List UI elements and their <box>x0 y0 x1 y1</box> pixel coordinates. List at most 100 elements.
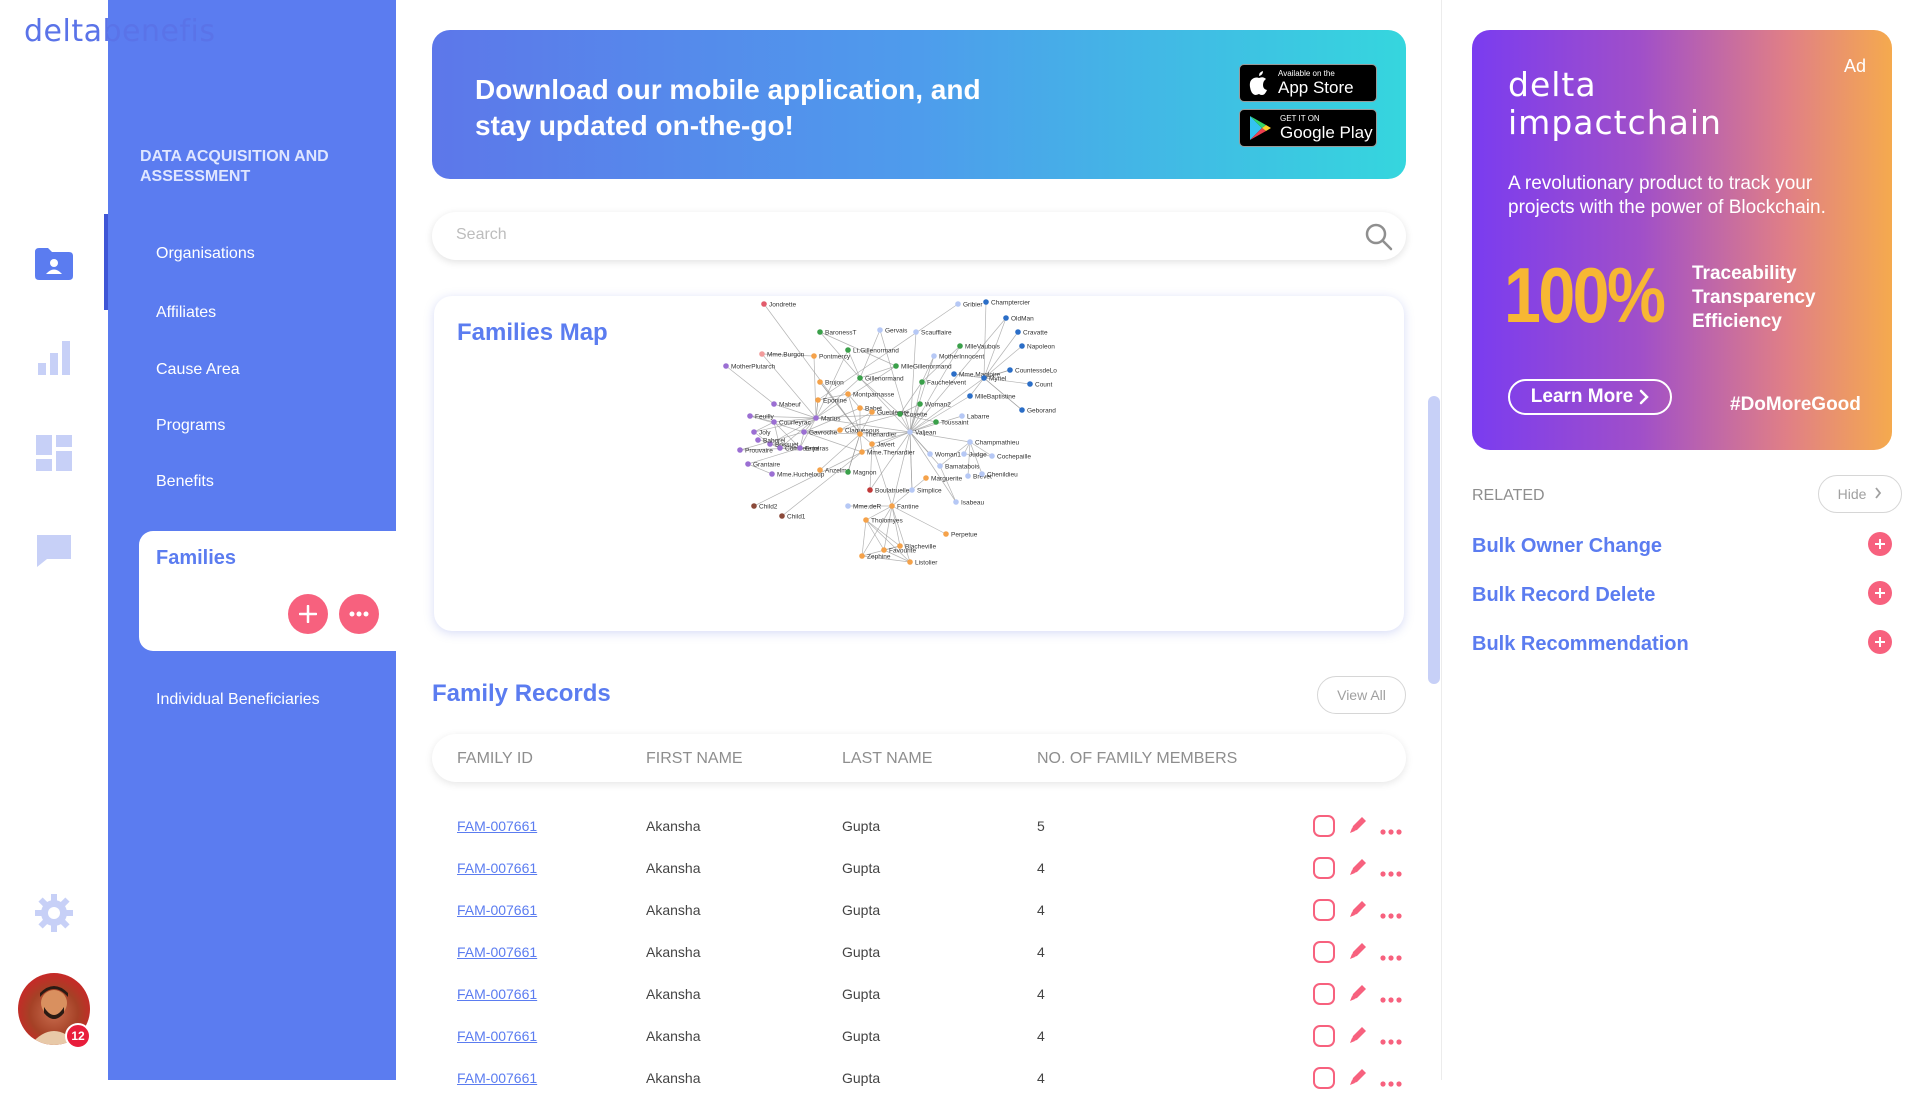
sidebar-item-affiliates[interactable]: Affiliates <box>156 304 216 322</box>
edit-icon[interactable] <box>1347 1024 1369 1051</box>
app-store-badge[interactable]: Available on the App Store <box>1239 64 1377 102</box>
network-node[interactable]: Montparnasse <box>845 391 895 399</box>
family-id-link[interactable]: FAM-007661 <box>457 860 537 876</box>
network-node[interactable]: Valjean <box>907 429 937 437</box>
network-node[interactable]: Judge <box>961 451 987 459</box>
network-node[interactable]: MlleVaubois <box>957 343 1001 351</box>
chat-icon[interactable] <box>33 530 75 572</box>
row-checkbox[interactable] <box>1312 1024 1336 1053</box>
network-node[interactable]: Napoleon <box>1019 343 1055 351</box>
network-node[interactable]: MlleBaptistine <box>967 393 1016 401</box>
search-icon[interactable] <box>1364 222 1394 257</box>
column-header-last-name[interactable]: LAST NAME <box>842 750 932 768</box>
network-node[interactable]: Champtercier <box>983 299 1031 307</box>
network-node[interactable]: Brujon <box>817 379 844 387</box>
network-node[interactable]: Cravatte <box>1015 329 1048 337</box>
edit-icon[interactable] <box>1347 856 1369 883</box>
sidebar-item-cause-area[interactable]: Cause Area <box>156 361 240 379</box>
column-header-first-name[interactable]: FIRST NAME <box>646 750 743 768</box>
more-dots-icon[interactable] <box>1380 822 1402 840</box>
column-header-family-members[interactable]: NO. OF FAMILY MEMBERS <box>1037 750 1237 768</box>
table-row[interactable]: FAM-007661 Akansha Gupta 4 <box>432 890 1406 932</box>
table-row[interactable]: FAM-007661 Akansha Gupta 5 <box>432 806 1406 848</box>
network-node[interactable]: OldMan <box>1003 315 1034 323</box>
network-node[interactable]: Perpetue <box>943 531 978 539</box>
network-node[interactable]: Lt.Gillenormand <box>845 347 899 355</box>
app-logo[interactable]: deltabenefis <box>24 14 215 49</box>
network-node[interactable]: Mme.deR <box>845 503 881 511</box>
network-node[interactable]: Listolier <box>907 559 938 567</box>
network-node[interactable]: Gervais <box>877 327 908 335</box>
sidebar-item-organisations[interactable]: Organisations <box>156 245 255 263</box>
table-row[interactable]: FAM-007661 Akansha Gupta 4 <box>432 974 1406 1016</box>
add-bulk-recommendation-button[interactable] <box>1868 630 1892 654</box>
network-node[interactable]: Zephine <box>859 553 891 561</box>
network-node[interactable]: Gribier <box>955 301 983 309</box>
families-network-graph[interactable]: Jondrette Gribier Champtercier OldMan Cravat… <box>700 296 1160 631</box>
edit-icon[interactable] <box>1347 898 1369 925</box>
sidebar-item-individual-beneficiaries[interactable]: Individual Beneficiaries <box>156 691 320 709</box>
learn-more-button[interactable]: Learn More <box>1508 379 1672 415</box>
family-id-link[interactable]: FAM-007661 <box>457 944 537 960</box>
row-checkbox[interactable] <box>1312 856 1336 885</box>
more-dots-icon[interactable] <box>1380 864 1402 882</box>
network-node[interactable]: Magnon <box>845 469 877 477</box>
network-node[interactable]: Isabeau <box>953 499 985 507</box>
network-node[interactable]: Grantaire <box>745 461 780 469</box>
view-all-button[interactable]: View All <box>1317 676 1406 714</box>
network-node[interactable]: Toussaint <box>933 419 969 427</box>
network-node[interactable]: Myriel <box>981 375 1007 383</box>
folder-user-icon[interactable] <box>33 243 75 285</box>
families-more-button[interactable] <box>339 594 379 634</box>
family-id-link[interactable]: FAM-007661 <box>457 1070 537 1086</box>
row-checkbox[interactable] <box>1312 898 1336 927</box>
related-bulk-record-delete[interactable]: Bulk Record Delete <box>1472 584 1655 607</box>
edit-icon[interactable] <box>1347 940 1369 967</box>
network-node[interactable]: CountessdeLo <box>1007 367 1057 375</box>
more-dots-icon[interactable] <box>1380 948 1402 966</box>
bar-chart-icon[interactable] <box>33 337 75 379</box>
column-header-family-id[interactable]: FAMILY ID <box>457 750 533 768</box>
more-dots-icon[interactable] <box>1380 990 1402 1008</box>
network-node[interactable]: Woman2 <box>917 401 951 409</box>
row-checkbox[interactable] <box>1312 940 1336 969</box>
more-dots-icon[interactable] <box>1380 906 1402 924</box>
family-id-link[interactable]: FAM-007661 <box>457 818 537 834</box>
network-node[interactable]: Fantine <box>889 503 919 511</box>
network-node[interactable]: Boulatruelle <box>867 487 910 495</box>
network-node[interactable]: Cochepaille <box>989 453 1031 461</box>
network-node[interactable]: Marguerite <box>923 475 962 483</box>
network-node[interactable]: Mme.Hucheloup <box>769 471 825 479</box>
sidebar-item-programs[interactable]: Programs <box>156 417 225 435</box>
family-id-link[interactable]: FAM-007661 <box>457 1028 537 1044</box>
family-id-link[interactable]: FAM-007661 <box>457 986 537 1002</box>
network-node[interactable]: Mme.Thenardier <box>859 449 916 457</box>
network-node[interactable]: Pontmercy <box>811 353 851 361</box>
related-bulk-recommendation[interactable]: Bulk Recommendation <box>1472 633 1689 656</box>
add-family-button[interactable] <box>288 594 328 634</box>
network-node[interactable]: Prouvaire <box>737 447 773 455</box>
network-node[interactable]: Scaufflaire <box>913 329 952 337</box>
network-node[interactable]: Joly <box>751 429 771 437</box>
add-bulk-owner-change-button[interactable] <box>1868 532 1892 556</box>
network-node[interactable]: Geborand <box>1019 407 1056 415</box>
network-node[interactable]: Bahorel <box>755 437 786 445</box>
row-checkbox[interactable] <box>1312 982 1336 1011</box>
row-checkbox[interactable] <box>1312 1066 1336 1095</box>
network-node[interactable]: Champmathieu <box>967 439 1019 447</box>
related-bulk-owner-change[interactable]: Bulk Owner Change <box>1472 535 1662 558</box>
table-row[interactable]: FAM-007661 Akansha Gupta 4 <box>432 932 1406 974</box>
network-node[interactable]: Mabeuf <box>771 401 801 409</box>
network-node[interactable]: Fauchelevent <box>919 379 966 387</box>
network-node[interactable]: Eponine <box>815 397 847 405</box>
sidebar-item-benefits[interactable]: Benefits <box>156 473 214 491</box>
network-node[interactable]: Bamatabois <box>937 463 980 471</box>
table-row[interactable]: FAM-007661 Akansha Gupta 4 <box>432 1058 1406 1100</box>
edit-icon[interactable] <box>1347 982 1369 1009</box>
edit-icon[interactable] <box>1347 814 1369 841</box>
network-node[interactable]: Simplice <box>909 487 942 495</box>
network-node[interactable]: MotherInnocent <box>931 353 984 361</box>
row-checkbox[interactable] <box>1312 814 1336 843</box>
network-node[interactable]: Feuilly <box>747 413 775 421</box>
google-play-badge[interactable]: GET IT ON Google Play <box>1239 109 1377 147</box>
